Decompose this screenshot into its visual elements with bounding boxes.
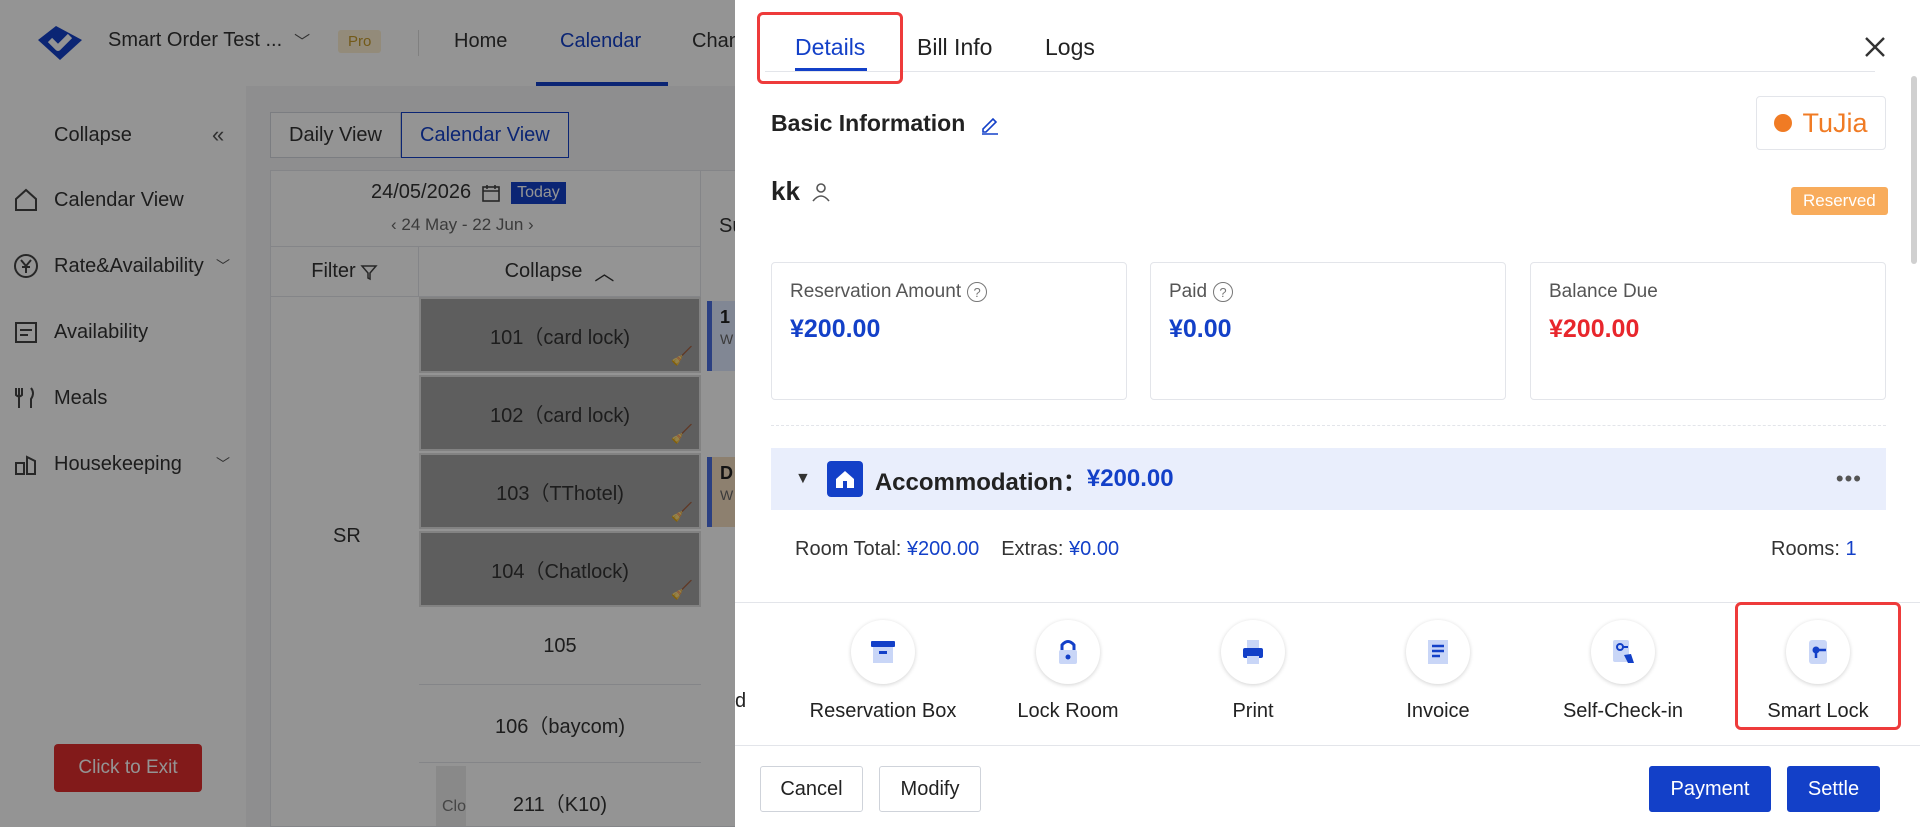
amount-value: ¥0.00 bbox=[1169, 315, 1232, 343]
tab-logs[interactable]: Logs bbox=[1045, 34, 1095, 61]
room-total-value: ¥200.00 bbox=[906, 538, 980, 560]
help-icon[interactable]: ? bbox=[967, 282, 988, 302]
action-label: Invoice bbox=[1406, 700, 1470, 722]
action-label: Lock Room bbox=[1017, 700, 1119, 722]
accommodation-summary: Room Total: ¥200.00 Extras: ¥0.00 bbox=[795, 538, 1119, 561]
amount-label: Reservation Amount? bbox=[790, 281, 988, 303]
partial-action-label[interactable]: d bbox=[735, 690, 746, 713]
guest-name: kk bbox=[771, 176, 832, 207]
amount-value: ¥200.00 bbox=[790, 315, 881, 343]
user-icon[interactable] bbox=[810, 181, 832, 203]
amount-value: ¥200.00 bbox=[1549, 315, 1640, 343]
cancel-button[interactable]: Cancel bbox=[760, 766, 863, 812]
scrollbar[interactable] bbox=[1911, 76, 1917, 264]
action-label: Reservation Box bbox=[809, 700, 957, 722]
channel-name: TuJia bbox=[1802, 107, 1868, 138]
self-checkin-icon bbox=[1591, 620, 1655, 684]
tab-bill-info[interactable]: Bill Info bbox=[917, 34, 992, 61]
self-checkin-button[interactable]: Self-Check-in bbox=[1543, 620, 1703, 723]
house-icon bbox=[826, 461, 863, 497]
extras: Extras: ¥0.00 bbox=[1001, 538, 1119, 561]
room-total: Room Total: ¥200.00 bbox=[795, 538, 979, 561]
close-icon[interactable] bbox=[1862, 34, 1888, 60]
lock-room-button[interactable]: Lock Room bbox=[988, 620, 1148, 723]
amount-card-paid: Paid? ¥0.00 bbox=[1150, 262, 1506, 400]
rooms-value: 1 bbox=[1845, 538, 1857, 560]
invoice-button[interactable]: Invoice bbox=[1358, 620, 1518, 723]
rooms-count: Rooms: 1 bbox=[1771, 538, 1857, 561]
highlight-box bbox=[1735, 602, 1901, 730]
basic-info-label: Basic Information bbox=[771, 110, 966, 136]
divider bbox=[771, 425, 1886, 426]
channel-badge: TuJia bbox=[1756, 96, 1886, 150]
basic-info-title: Basic Information bbox=[771, 110, 1001, 137]
amount-card-balance: Balance Due ¥200.00 bbox=[1530, 262, 1886, 400]
reservation-drawer: Details Bill Info Logs Basic Information… bbox=[735, 0, 1920, 827]
amount-label: Balance Due bbox=[1549, 281, 1658, 303]
highlight-box bbox=[757, 12, 903, 84]
extras-label: Extras: bbox=[1001, 538, 1064, 560]
amount-label: Paid? bbox=[1169, 281, 1234, 303]
accommodation-amount: ¥200.00 bbox=[1086, 465, 1174, 492]
action-label: Print bbox=[1232, 700, 1274, 722]
invoice-icon bbox=[1406, 620, 1470, 684]
rooms-label: Rooms: bbox=[1771, 538, 1840, 560]
edit-icon[interactable] bbox=[979, 113, 1001, 135]
more-icon[interactable]: ••• bbox=[1836, 466, 1862, 492]
accommodation-title: Accommodation： bbox=[874, 468, 1087, 496]
amount-label-text: Paid bbox=[1169, 281, 1208, 302]
channel-dot-icon bbox=[1774, 114, 1793, 132]
amount-card-reservation: Reservation Amount? ¥200.00 bbox=[771, 262, 1127, 400]
modify-button[interactable]: Modify bbox=[879, 766, 981, 812]
guest-name-text: kk bbox=[771, 176, 800, 206]
amount-label-text: Balance Due bbox=[1549, 281, 1658, 302]
divider bbox=[735, 745, 1920, 746]
drawer-tabs: Details Bill Info Logs bbox=[735, 0, 1920, 84]
amount-label-text: Reservation Amount bbox=[790, 281, 962, 302]
payment-button[interactable]: Payment bbox=[1649, 766, 1771, 812]
room-total-label: Room Total: bbox=[795, 538, 902, 560]
print-icon bbox=[1221, 620, 1285, 684]
reservation-box-button[interactable]: Reservation Box bbox=[803, 620, 963, 723]
action-label: Self-Check-in bbox=[1562, 700, 1684, 722]
status-badge: Reserved bbox=[1791, 187, 1888, 215]
modal-overlay[interactable] bbox=[0, 0, 735, 827]
extras-value: ¥0.00 bbox=[1069, 538, 1120, 560]
caret-down-icon[interactable]: ▼ bbox=[795, 470, 811, 488]
print-button[interactable]: Print bbox=[1173, 620, 1333, 723]
box-icon bbox=[851, 620, 915, 684]
tabs-divider bbox=[765, 71, 1875, 72]
lock-icon bbox=[1036, 620, 1100, 684]
settle-button[interactable]: Settle bbox=[1787, 766, 1880, 812]
help-icon[interactable]: ? bbox=[1213, 282, 1234, 302]
accommodation-header[interactable]: ▼ Accommodation： ¥200.00 ••• bbox=[771, 448, 1886, 510]
